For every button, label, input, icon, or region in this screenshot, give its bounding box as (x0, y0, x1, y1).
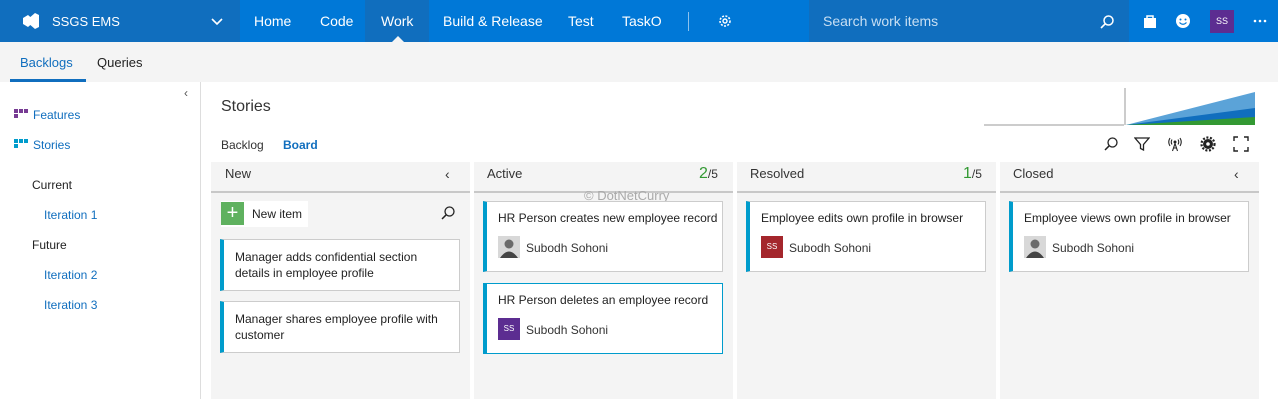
assignee-name: Subodh Sohoni (1052, 241, 1135, 255)
search-icon[interactable] (1103, 136, 1119, 152)
project-switcher[interactable]: SSGS EMS (0, 0, 240, 42)
tab-backlog[interactable]: Backlog (221, 138, 264, 152)
assignee-name: Subodh Sohoni (789, 241, 872, 255)
column-resolved (737, 162, 996, 399)
collapse-sidebar-icon[interactable]: ‹ (184, 86, 188, 100)
card-title: HR Person creates new employee record (498, 211, 718, 225)
assignee-photo-avatar (498, 236, 520, 258)
wip-count-value: 1 (963, 165, 972, 182)
card-title: Manager shares employee profile with cus… (235, 312, 438, 342)
project-name: SSGS EMS (52, 14, 120, 29)
tab-queries[interactable]: Queries (97, 55, 143, 70)
sidebar-item-iteration-3[interactable]: Iteration 3 (44, 298, 97, 312)
assignee-name: Subodh Sohoni (526, 323, 609, 337)
column-closed (1000, 162, 1259, 399)
fullscreen-icon[interactable] (1233, 136, 1249, 152)
column-header-active: Active (487, 166, 523, 181)
work-item-card[interactable]: Employee views own profile in browser Su… (1009, 201, 1249, 272)
search-box (809, 0, 1129, 42)
assignee-name: Subodh Sohoni (526, 241, 609, 255)
live-updates-icon[interactable] (1167, 136, 1183, 152)
settings-icon[interactable] (1200, 136, 1216, 152)
assignee-photo-avatar (1024, 236, 1046, 258)
board-area: Stories Backlog Board New ‹ + New item M… (201, 82, 1278, 399)
work-item-card[interactable]: Manager adds confidential section detail… (220, 239, 460, 291)
nav-build-release[interactable]: Build & Release (443, 13, 543, 29)
search-icon[interactable] (440, 205, 456, 221)
features-backlog-icon (14, 109, 28, 118)
assignee-avatar: SS (761, 236, 783, 258)
column-header-closed: Closed (1013, 166, 1054, 181)
new-item-button[interactable]: + New item (221, 201, 308, 227)
page-title: Stories (221, 98, 271, 115)
column-divider (737, 191, 996, 193)
gear-icon[interactable] (717, 13, 733, 29)
search-input[interactable] (809, 0, 1129, 42)
card-title: HR Person deletes an employee record (498, 293, 709, 307)
card-title: Employee views own profile in browser (1024, 211, 1231, 225)
tab-board[interactable]: Board (283, 138, 318, 152)
new-item-label: New item (252, 207, 303, 221)
top-bar: SSGS EMS Home Code Work Build & Release … (0, 0, 1278, 42)
sidebar-item-iteration-2[interactable]: Iteration 2 (44, 268, 97, 282)
wip-limit: /5 (707, 167, 718, 181)
card-title: Employee edits own profile in browser (761, 211, 964, 225)
cumulative-flow-mini-chart[interactable] (984, 88, 1256, 126)
wip-count-value: 2 (699, 165, 708, 182)
work-item-card[interactable]: HR Person deletes an employee record SS … (483, 283, 723, 354)
sidebar-item-stories[interactable]: Stories (33, 138, 70, 152)
wip-count: 2/5 (699, 165, 718, 183)
sidebar-item-iteration-1[interactable]: Iteration 1 (44, 208, 97, 222)
search-icon[interactable] (1099, 14, 1115, 30)
work-item-card[interactable]: Employee edits own profile in browser SS… (746, 201, 986, 272)
nav-home[interactable]: Home (254, 13, 291, 29)
stories-backlog-icon (14, 139, 28, 148)
column-divider (211, 191, 470, 193)
sub-nav: Backlogs Queries (0, 42, 1278, 82)
sidebar-item-features[interactable]: Features (33, 108, 80, 122)
card-title: Manager adds confidential section detail… (235, 250, 418, 280)
collapse-column-icon[interactable]: ‹ (1234, 166, 1239, 182)
nav-code[interactable]: Code (320, 13, 353, 29)
plus-icon: + (221, 202, 244, 225)
user-avatar[interactable]: SS (1210, 10, 1234, 33)
smiley-icon[interactable] (1175, 13, 1191, 29)
work-item-card[interactable]: HR Person creates new employee record Su… (483, 201, 723, 272)
column-header-new: New (225, 166, 252, 181)
shopping-bag-icon[interactable] (1142, 13, 1158, 29)
sidebar-heading-current: Current (32, 178, 73, 192)
column-divider (1000, 191, 1259, 193)
wip-count: 1/5 (963, 165, 982, 183)
vsts-logo-icon (23, 13, 39, 29)
filter-icon[interactable] (1134, 136, 1150, 152)
nav-test[interactable]: Test (568, 13, 594, 29)
more-icon[interactable] (1252, 13, 1268, 29)
nav-tasko[interactable]: TaskO (622, 13, 662, 29)
nav-divider (688, 12, 689, 31)
sidebar: ‹ Features Stories Current Iteration 1 F… (0, 82, 201, 399)
work-item-card[interactable]: Manager shares employee profile with cus… (220, 301, 460, 353)
nav-work[interactable]: Work (381, 13, 413, 29)
column-header-resolved: Resolved (750, 166, 805, 181)
tab-backlogs[interactable]: Backlogs (20, 55, 73, 70)
sidebar-heading-future: Future (32, 238, 67, 252)
wip-limit: /5 (971, 167, 982, 181)
collapse-column-icon[interactable]: ‹ (445, 166, 450, 182)
chevron-down-icon[interactable] (210, 14, 224, 28)
assignee-avatar: SS (498, 318, 520, 340)
